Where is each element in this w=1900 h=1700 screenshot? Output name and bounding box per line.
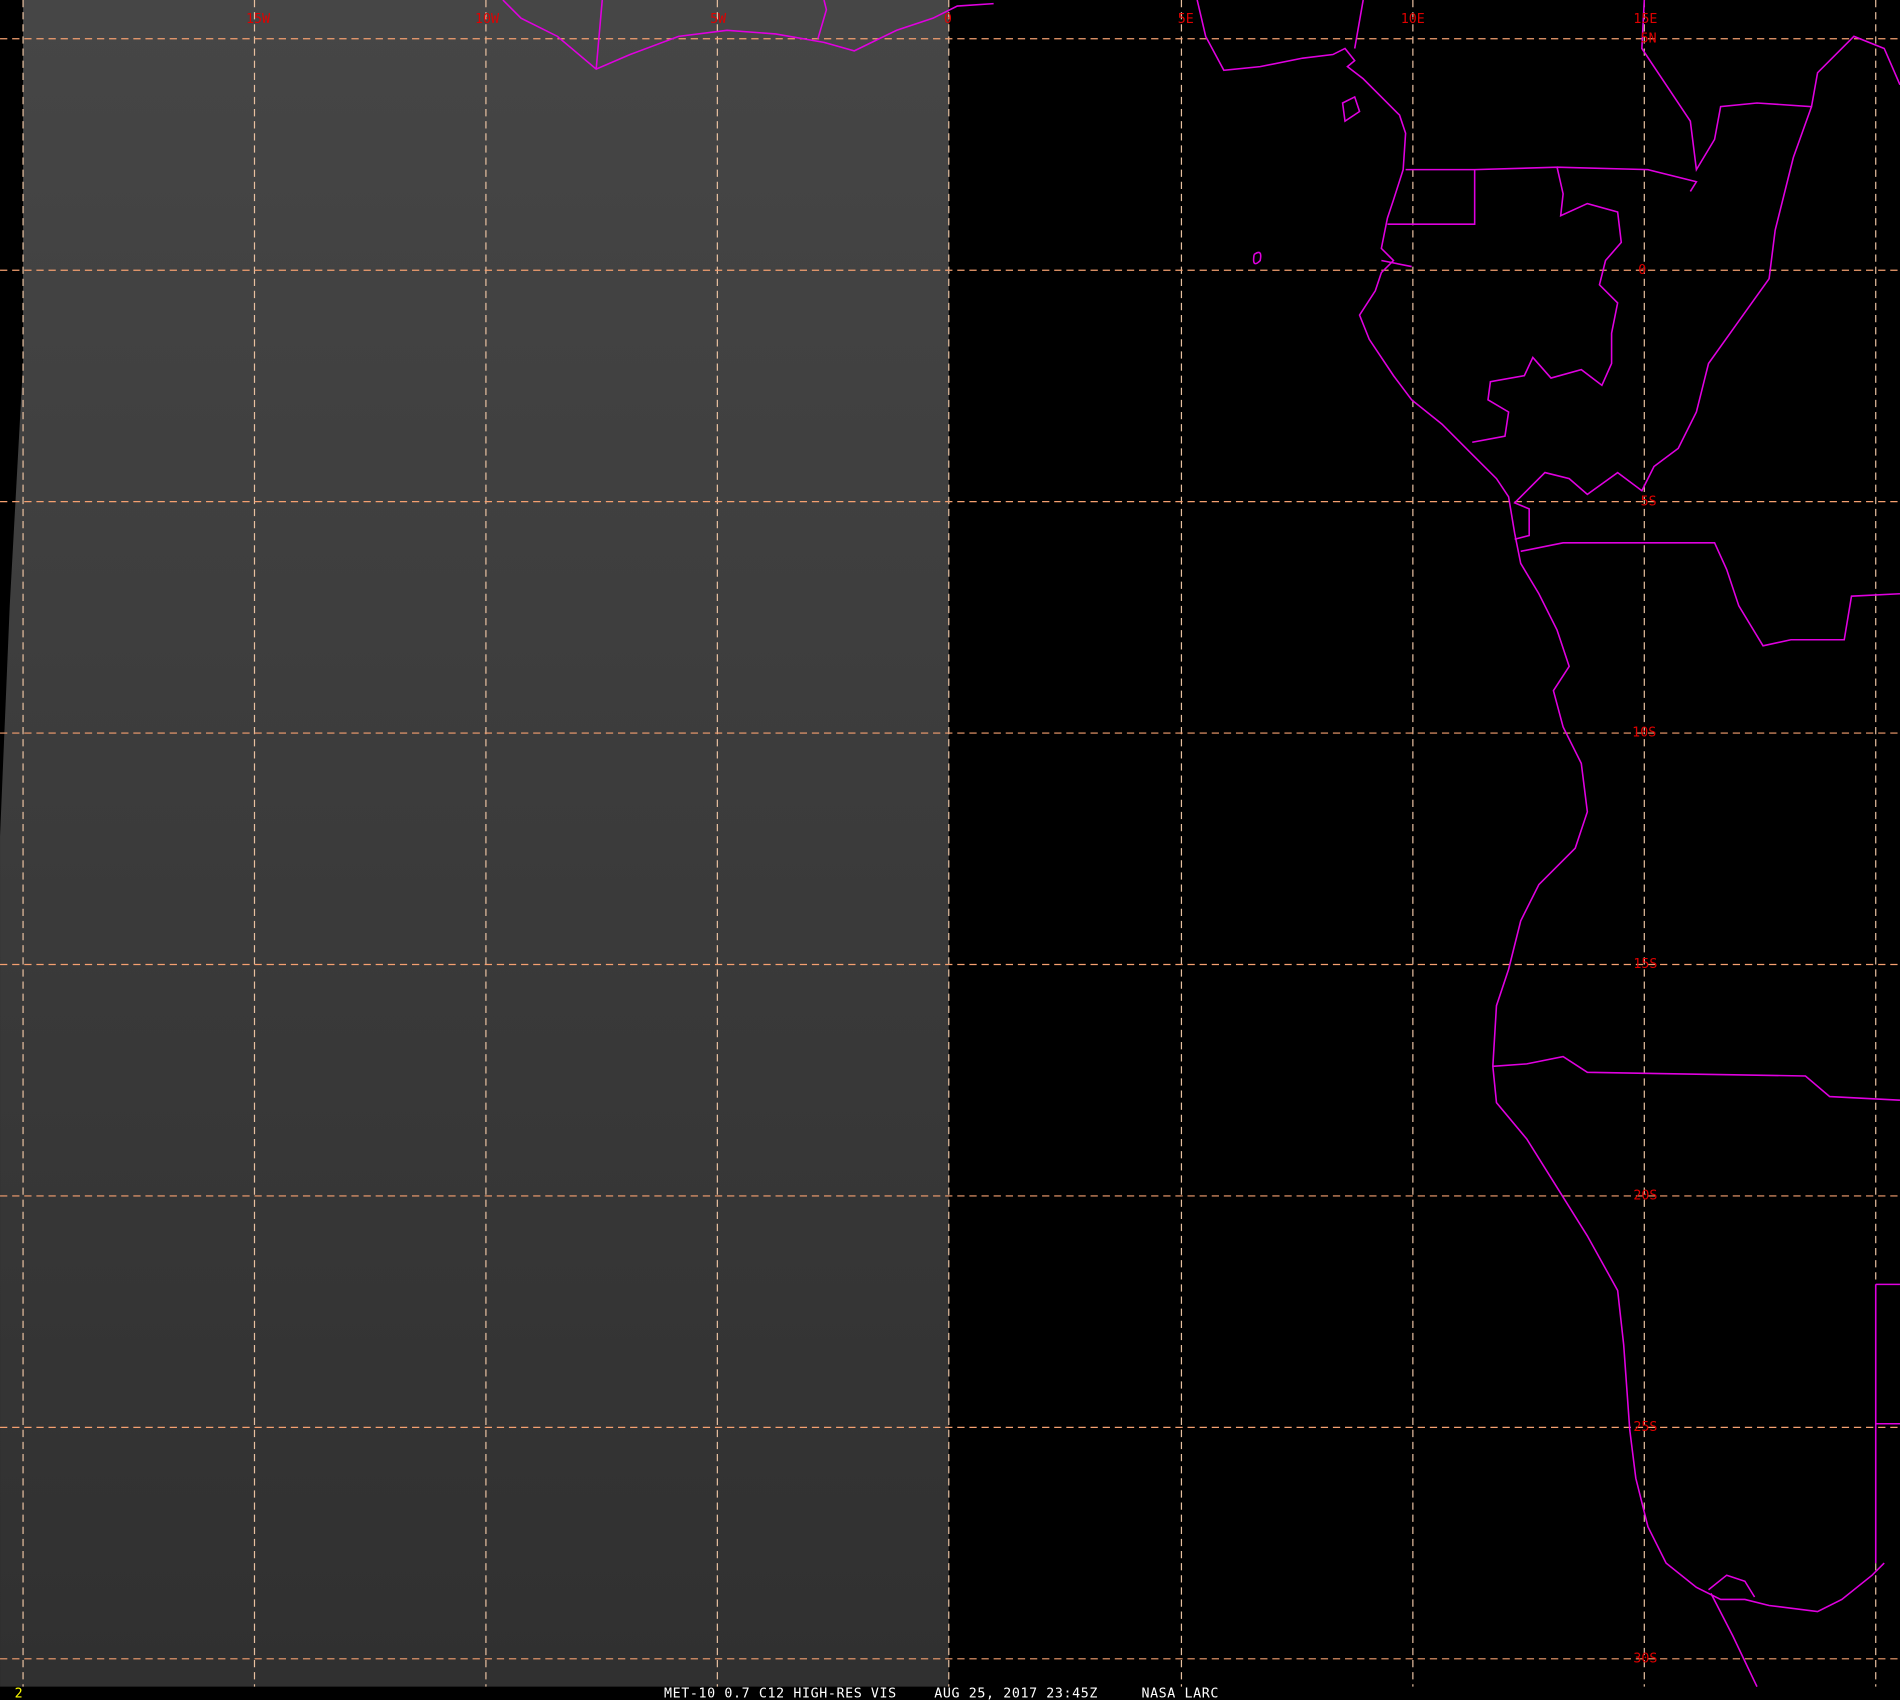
lon-label: 15W	[246, 12, 271, 27]
lon-label: 5E	[1178, 12, 1194, 27]
lat-label: 0	[1638, 263, 1646, 278]
datetime-label: AUG 25, 2017 23:45Z	[934, 1687, 1098, 1700]
lon-label: 10E	[1401, 12, 1425, 27]
lon-label: 10W	[475, 12, 500, 27]
source-label: NASA LARC	[1141, 1687, 1219, 1700]
lat-label: 10S	[1632, 726, 1656, 741]
frame-number: 2	[15, 1687, 23, 1700]
lat-label: 15S	[1633, 957, 1657, 972]
lat-label: 5N	[1641, 31, 1657, 46]
lat-label: 20S	[1633, 1189, 1657, 1204]
product-label: MET-10 0.7 C12 HIGH-RES VIS	[664, 1687, 897, 1700]
lat-label: 5S	[1641, 494, 1657, 509]
visible-imagery-region	[0, 0, 949, 1687]
lon-label: 0	[944, 12, 952, 27]
lat-label: 25S	[1633, 1420, 1657, 1435]
lon-label: 5W	[710, 12, 727, 27]
satellite-map: 15W 10W 5W 0 5E 10E 15E 5N 0 5S 10S 15S …	[0, 0, 1900, 1700]
lat-label: 30S	[1633, 1651, 1657, 1666]
lon-label: 15E	[1633, 12, 1657, 27]
